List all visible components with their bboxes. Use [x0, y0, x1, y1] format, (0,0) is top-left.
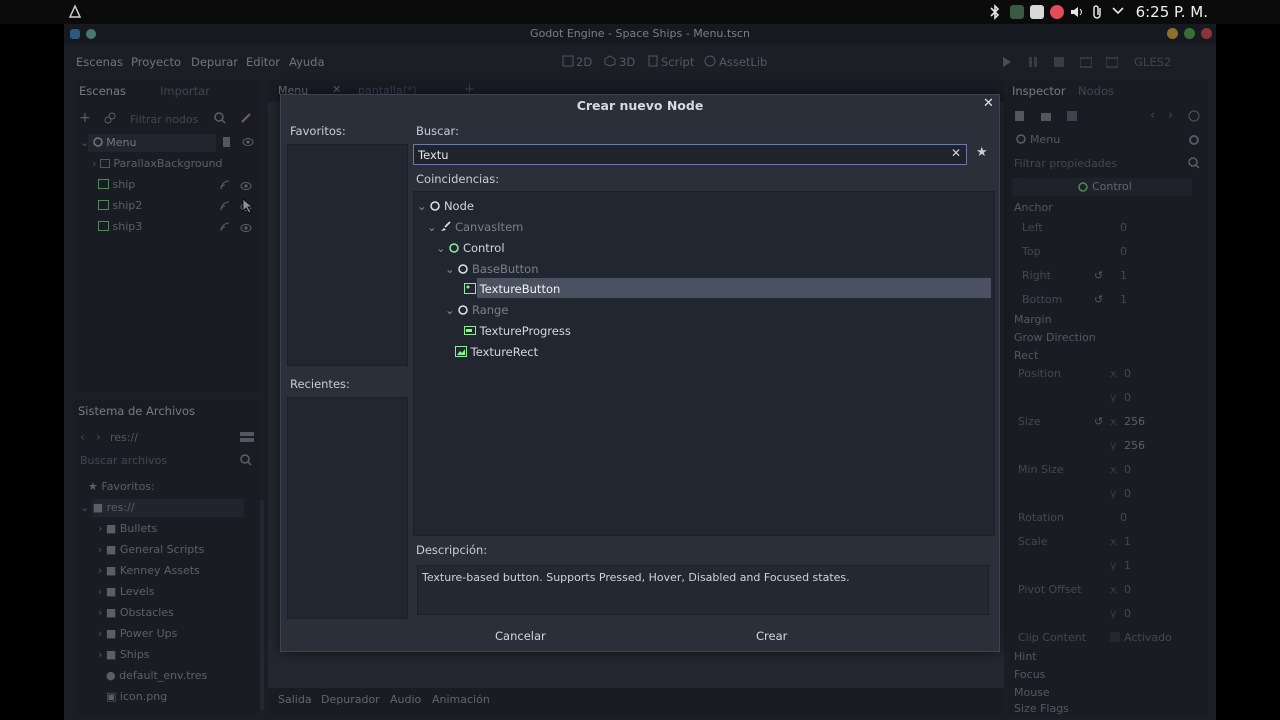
dialog-title: Crear nuevo Node: [576, 98, 704, 113]
recents-label: Recientes:: [290, 377, 350, 391]
match-canvasitem[interactable]: ⌄ CanvasItem: [427, 220, 523, 234]
editor-window: Godot Engine - Space Ships - Menu.tscn E…: [64, 24, 1216, 720]
clear-search-icon[interactable]: ✕: [951, 146, 961, 160]
match-texturerect[interactable]: TextureRect: [455, 345, 538, 359]
description-box: Texture-based button. Supports Pressed, …: [417, 565, 989, 615]
attachment-icon[interactable]: [1092, 4, 1104, 20]
match-node[interactable]: ⌄ Node: [417, 199, 474, 213]
bluetooth-icon[interactable]: [988, 4, 1002, 20]
favorites-label: Favoritos:: [290, 124, 346, 138]
screen-icon[interactable]: [1030, 5, 1044, 19]
cancel-button[interactable]: Cancelar: [495, 629, 546, 643]
close-dialog-icon[interactable]: ✕: [983, 96, 994, 111]
screen: 6:25 P. M. Godot Engine - Space Ships - …: [0, 0, 1280, 720]
create-button[interactable]: Crear: [756, 629, 787, 643]
match-basebutton[interactable]: ⌄ BaseButton: [445, 262, 538, 276]
match-range[interactable]: ⌄ Range: [445, 303, 508, 317]
textureprogress-icon: [464, 326, 476, 335]
recents-list[interactable]: [287, 397, 408, 619]
system-clock: 6:25 P. M.: [1135, 3, 1208, 21]
match-textureprogress[interactable]: TextureProgress: [464, 324, 571, 338]
favorite-star-icon[interactable]: ★: [976, 145, 988, 160]
range-icon: [458, 305, 469, 315]
search-label: Buscar:: [416, 124, 459, 138]
create-node-dialog: Crear nuevo Node ✕ Favoritos: Recientes:…: [280, 94, 1000, 652]
search-input[interactable]: [413, 144, 967, 165]
notification-icon[interactable]: [1050, 5, 1064, 19]
texturebutton-icon: [464, 283, 476, 294]
brush-icon: [441, 221, 451, 231]
description-text: Texture-based button. Supports Pressed, …: [422, 571, 850, 584]
control-node-icon: [449, 243, 460, 253]
match-texturebutton[interactable]: TextureButton: [464, 282, 560, 296]
launcher-icon[interactable]: [67, 4, 83, 20]
match-control[interactable]: ⌄ Control: [436, 241, 505, 255]
node-icon: [430, 201, 441, 211]
favorites-list[interactable]: [287, 144, 408, 366]
chevron-down-icon[interactable]: [1112, 6, 1124, 16]
matches-label: Coincidencias:: [416, 172, 500, 186]
system-bar: 6:25 P. M.: [0, 0, 1280, 24]
volume-icon[interactable]: [1070, 5, 1084, 19]
basebutton-icon: [458, 264, 469, 274]
description-label: Descripción:: [416, 543, 488, 557]
texturerect-icon: [455, 346, 467, 357]
battery-icon[interactable]: [1010, 5, 1024, 19]
